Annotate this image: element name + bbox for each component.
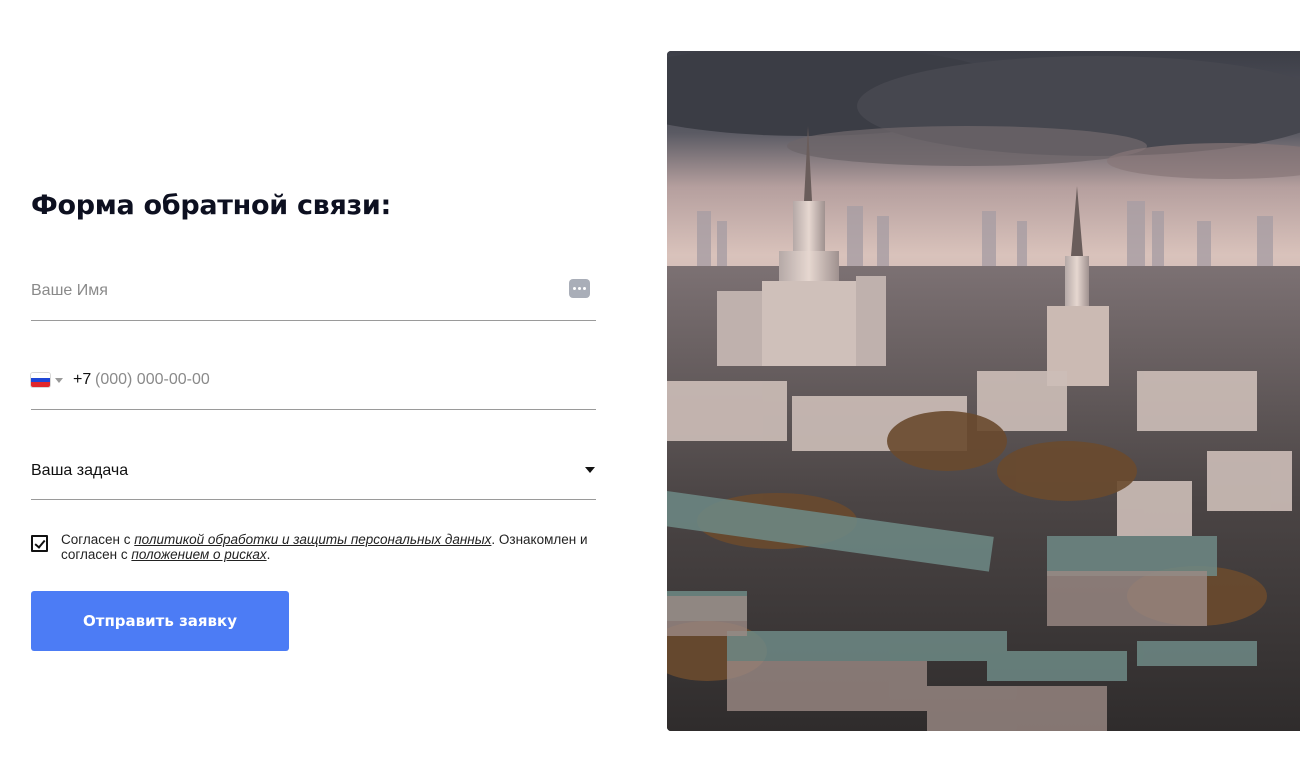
privacy-policy-link[interactable]: политикой обработки и защиты персональны… [134,532,491,547]
form-title: Форма обратной связи: [31,190,391,221]
consent-text: Согласен с политикой обработки и защиты … [61,532,596,562]
russia-flag-icon[interactable] [31,373,50,387]
risk-statement-link[interactable]: положением о рисках [131,547,266,562]
task-select-label: Ваша задача [31,462,129,479]
name-input[interactable] [31,277,551,305]
consent-checkbox[interactable] [31,535,48,552]
consent-prefix: Согласен с [61,532,135,547]
city-photo [667,51,1300,731]
consent-suffix: . [266,547,271,562]
phone-input[interactable] [95,366,575,394]
chevron-down-icon[interactable] [585,467,595,473]
name-field [31,271,596,321]
task-select[interactable]: Ваша задача [31,450,596,500]
autofill-dots-icon[interactable] [569,279,590,298]
feedback-page: Форма обратной связи: +7 Ваша задача Сог… [0,0,1300,784]
phone-field: +7 [31,360,596,410]
submit-button[interactable]: Отправить заявку [31,591,289,651]
phone-country-code: +7 [73,371,92,388]
country-chevron-down-icon[interactable] [55,378,63,383]
